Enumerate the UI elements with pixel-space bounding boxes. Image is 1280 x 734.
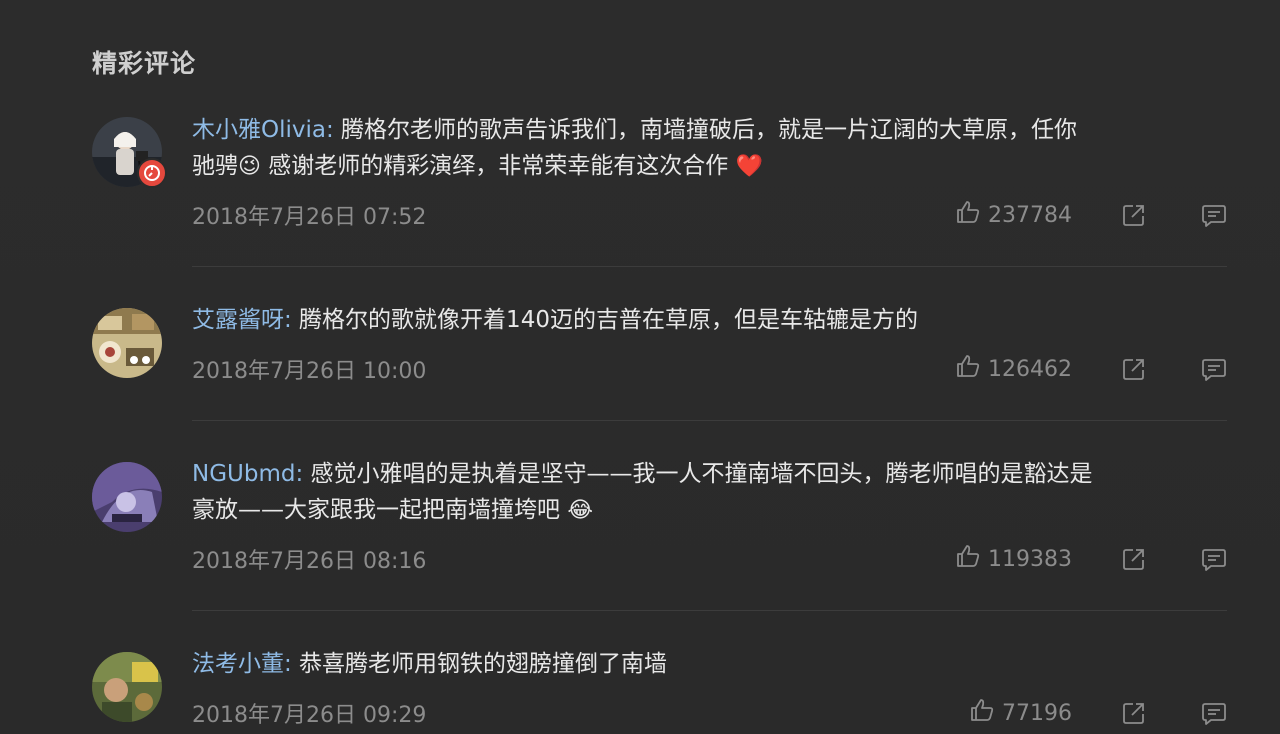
like-count: 77196 [1002,700,1072,726]
comment-body: NGUbmd: 感觉小雅唱的是执着是坚守——我一人不撞南墙不回头，腾老师唱的是豁… [192,456,1222,529]
comment-date: 2018年7月26日 08:16 [192,549,427,574]
reply-button[interactable] [1200,699,1228,727]
comment-icon [1202,703,1226,725]
verified-badge-icon [137,158,167,188]
username-link[interactable]: 木小雅Olivia: [192,117,334,143]
laughing-emoji-icon: 😂 [567,498,594,523]
username-link[interactable]: 艾露酱呀: [192,307,292,333]
comment-text: 腾格尔老师的歌声告诉我们，南墙撞破后，就是一片辽阔的大草原，任你 [333,117,1078,143]
like-button[interactable]: 237784 [954,198,1072,232]
comment-date: 2018年7月26日 10:00 [192,359,427,384]
reply-button[interactable] [1200,355,1228,383]
like-button[interactable]: 119383 [954,542,1072,576]
like-count: 119383 [988,546,1072,572]
comment-actions: 77196 [968,696,1228,730]
divider [192,420,1227,421]
reply-button[interactable] [1200,545,1228,573]
username-link[interactable]: 法考小董: [192,651,292,677]
comment-date: 2018年7月26日 07:52 [192,205,427,230]
comment-text: 腾格尔的歌就像开着140迈的吉普在草原，但是车轱辘是方的 [291,307,918,333]
comment-icon [1202,205,1226,227]
comment-text: 感谢老师的精彩演绎，非常荣幸能有这次合作 [260,153,736,179]
share-icon [1123,359,1144,380]
share-button[interactable] [1120,545,1148,573]
comment-body: 法考小董: 恭喜腾老师用钢铁的翅膀撞倒了南墙 [192,646,1222,682]
share-icon [1123,549,1144,570]
comment-text: 驰骋 [192,153,238,179]
thumbs-up-icon [954,542,988,576]
share-button[interactable] [1120,355,1148,383]
thumbs-up-icon [954,198,988,232]
wink-emoji-icon: 😉 [238,154,261,179]
share-icon [1123,205,1144,226]
reply-button[interactable] [1200,201,1228,229]
heart-emoji-icon: ❤️ [735,154,763,179]
like-button[interactable]: 77196 [968,696,1072,730]
thumbs-up-icon [954,352,988,386]
divider [192,266,1227,267]
comment-text: 恭喜腾老师用钢铁的翅膀撞倒了南墙 [291,651,668,677]
section-title: 精彩评论 [92,49,197,78]
comment-date: 2018年7月26日 09:29 [192,703,427,728]
share-button[interactable] [1120,201,1148,229]
comment-text: 感觉小雅唱的是执着是坚守——我一人不撞南墙不回头，腾老师唱的是豁达是 [303,461,1093,487]
comment-text: 豪放——大家跟我一起把南墙撞垮吧 [192,497,568,523]
avatar[interactable] [92,462,162,532]
divider [192,610,1227,611]
like-count: 126462 [988,356,1072,382]
comment-icon [1202,549,1226,571]
share-button[interactable] [1120,699,1148,727]
like-button[interactable]: 126462 [954,352,1072,386]
avatar[interactable] [92,308,162,378]
share-icon [1123,703,1144,724]
username-link[interactable]: NGUbmd: [192,461,303,487]
comment-actions: 119383 [954,542,1228,576]
thumbs-up-icon [968,696,1002,730]
comment-icon [1202,359,1226,381]
avatar[interactable] [92,652,162,722]
comment-body: 木小雅Olivia: 腾格尔老师的歌声告诉我们，南墙撞破后，就是一片辽阔的大草原… [192,112,1222,185]
comment-actions: 237784 [954,198,1228,232]
comment-actions: 126462 [954,352,1228,386]
comment-body: 艾露酱呀: 腾格尔的歌就像开着140迈的吉普在草原，但是车轱辘是方的 [192,302,1222,338]
like-count: 237784 [988,202,1072,228]
